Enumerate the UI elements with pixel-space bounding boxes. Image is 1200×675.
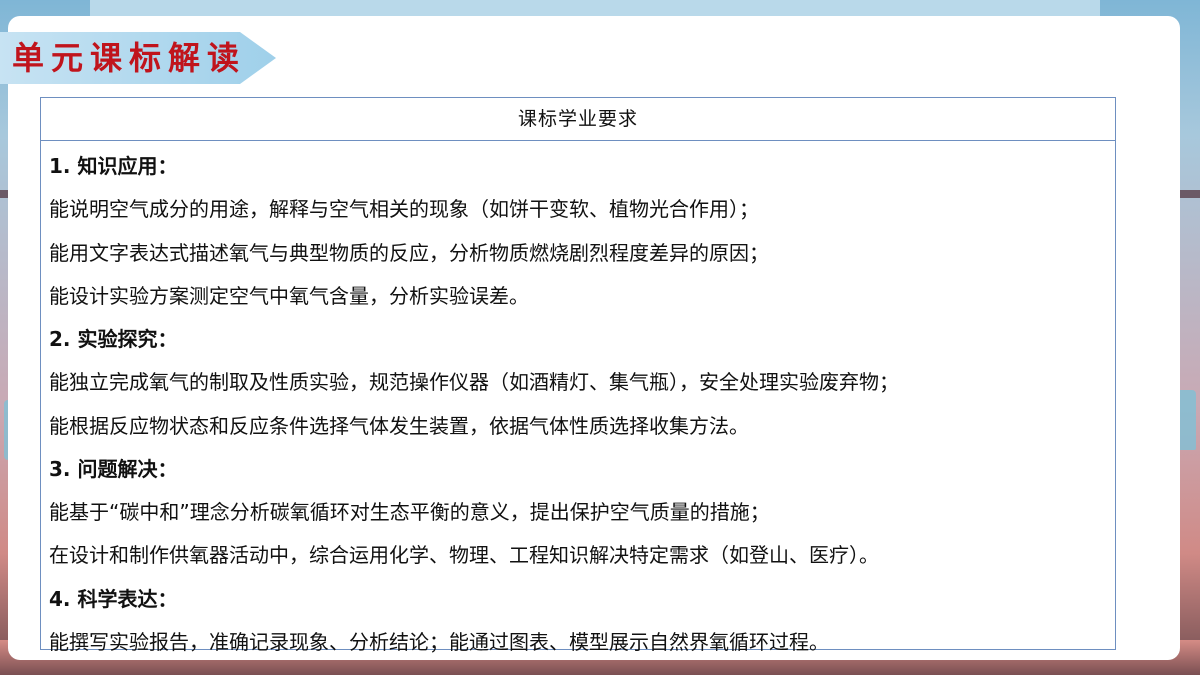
requirement-line: 能独立完成氧气的制取及性质实验，规范操作仪器（如酒精灯、集气瓶），安全处理实验废… xyxy=(49,370,899,395)
section-heading: 4. 科学表达： xyxy=(49,586,178,611)
slide-title: 单元课标解读 xyxy=(12,39,247,77)
table-header: 课标学业要求 xyxy=(41,98,1115,141)
section-heading: 3. 问题解决： xyxy=(49,456,178,481)
table-body: 1. 知识应用： 能说明空气成分的用途，解释与空气相关的现象（如饼干变软、植物光… xyxy=(41,141,1115,664)
requirement-line: 能设计实验方案测定空气中氧气含量，分析实验误差。 xyxy=(49,283,529,308)
requirement-line: 能基于“碳中和”理念分析碳氧循环对生态平衡的意义，提出保护空气质量的措施； xyxy=(49,500,770,524)
requirement-line: 能根据反应物状态和反应条件选择气体发生装置，依据气体性质选择收集方法。 xyxy=(49,413,749,438)
requirement-line: 在设计和制作供氧器活动中，综合运用化学、物理、工程知识解决特定需求（如登山、医疗… xyxy=(49,543,879,568)
section-heading: 2. 实验探究： xyxy=(49,327,178,351)
requirement-line: 能撰写实验报告，准确记录现象、分析结论；能通过图表、模型展示自然界氧循环过程。 xyxy=(49,629,829,654)
section-heading: 1. 知识应用： xyxy=(49,154,178,178)
requirement-line: 能用文字表达式描述氧气与典型物质的反应，分析物质燃烧剧烈程度差异的原因； xyxy=(49,240,769,265)
requirements-table: 课标学业要求 1. 知识应用： 能说明空气成分的用途，解释与空气相关的现象（如饼… xyxy=(40,97,1116,654)
requirement-line: 能说明空气成分的用途，解释与空气相关的现象（如饼干变软、植物光合作用）； xyxy=(49,197,759,222)
